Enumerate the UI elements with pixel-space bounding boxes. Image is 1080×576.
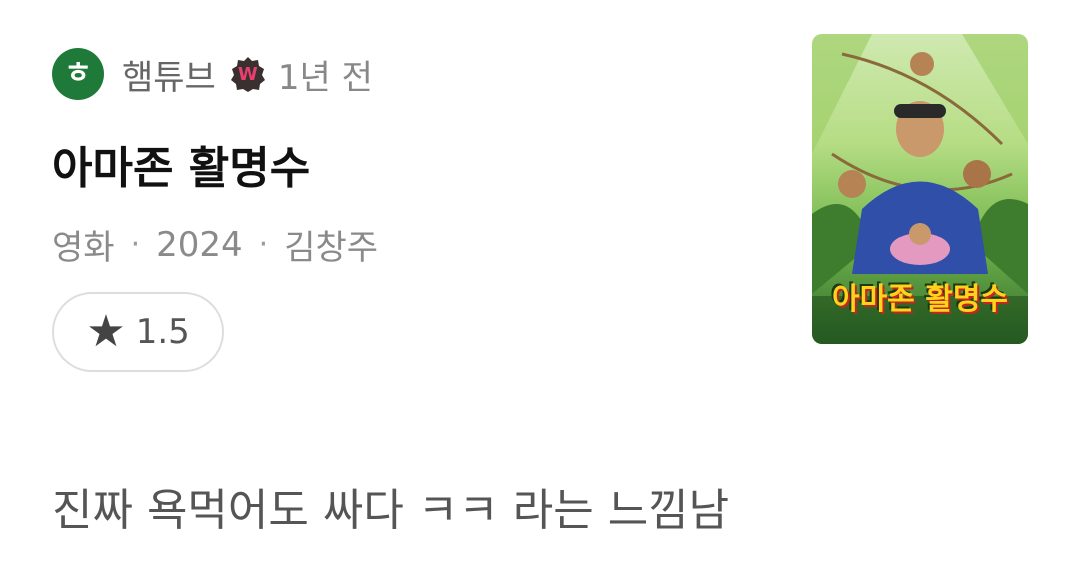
- movie-director: 김창주: [284, 228, 379, 268]
- review-comment[interactable]: 진짜 욕먹어도 싸다 ㅋㅋ 라는 느낌남: [52, 474, 729, 538]
- movie-title[interactable]: 아마존 활명수: [52, 132, 310, 196]
- avatar[interactable]: ㅎ: [52, 48, 104, 100]
- meta-separator: ·: [130, 227, 141, 262]
- star-icon: ★: [86, 306, 126, 357]
- writer-badge-icon: W: [230, 56, 266, 92]
- poster-title: 아마존 활명수: [831, 282, 1009, 317]
- movie-meta: 영화 · 2024 · 김창주: [52, 220, 378, 269]
- avatar-initial: ㅎ: [64, 56, 92, 91]
- rating-chip: ★ 1.5: [52, 292, 224, 372]
- badge-letter: W: [237, 63, 258, 85]
- username[interactable]: 햄튜브: [122, 50, 216, 99]
- movie-category: 영화: [52, 228, 115, 268]
- rating-value: 1.5: [135, 312, 190, 352]
- movie-year: 2024: [156, 224, 243, 265]
- post-time: 1년 전: [277, 57, 373, 98]
- review-card[interactable]: ㅎ 햄튜브 W 1년 전 아마존 활명수 영화 · 2024 · 김창주 ★ 1…: [0, 0, 1080, 576]
- review-header: ㅎ 햄튜브 W 1년 전: [52, 44, 373, 104]
- meta-separator: ·: [258, 227, 269, 262]
- movie-poster[interactable]: 아마존 활명수: [812, 34, 1028, 344]
